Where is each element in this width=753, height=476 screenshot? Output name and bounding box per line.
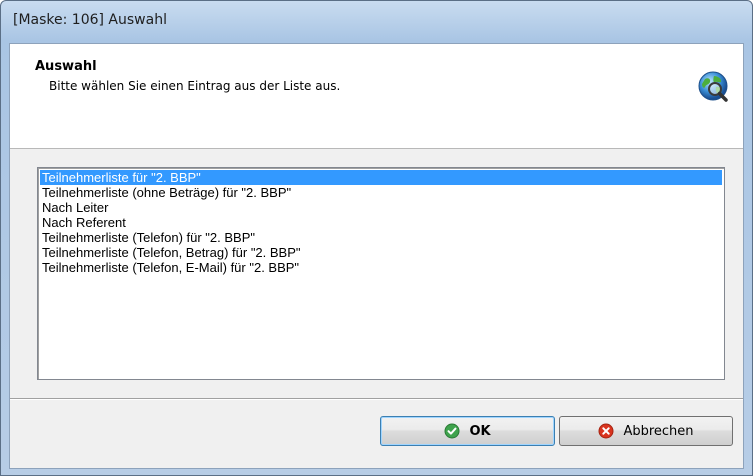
- list-item[interactable]: Teilnehmerliste (ohne Beträge) für "2. B…: [40, 185, 722, 200]
- cancel-button[interactable]: Abbrechen: [559, 416, 733, 446]
- window-title: [Maske: 106] Auswahl: [13, 12, 167, 28]
- dialog-window: [Maske: 106] Auswahl Auswahl Bitte wähle…: [0, 0, 753, 476]
- list-item[interactable]: Teilnehmerliste für "2. BBP": [40, 170, 722, 185]
- ok-button[interactable]: OK: [380, 416, 555, 446]
- dialog-client-area: Auswahl Bitte wählen Sie einen Eintrag a…: [9, 43, 744, 469]
- list-item[interactable]: Nach Referent: [40, 215, 722, 230]
- title-bar[interactable]: [Maske: 106] Auswahl: [1, 1, 752, 41]
- selection-listbox[interactable]: Teilnehmerliste für "2. BBP" Teilnehmerl…: [37, 167, 725, 380]
- globe-search-icon: [698, 71, 728, 102]
- list-item[interactable]: Teilnehmerliste (Telefon, Betrag) für "2…: [40, 245, 722, 260]
- ok-button-label: OK: [469, 423, 491, 439]
- list-item[interactable]: Nach Leiter: [40, 200, 722, 215]
- header-subtitle: Bitte wählen Sie einen Eintrag aus der L…: [49, 79, 341, 93]
- button-area-separator: [10, 398, 743, 400]
- cancel-button-label: Abbrechen: [623, 423, 694, 439]
- x-circle-icon: [598, 423, 614, 439]
- list-item[interactable]: Teilnehmerliste (Telefon) für "2. BBP": [40, 230, 722, 245]
- dialog-header: Auswahl Bitte wählen Sie einen Eintrag a…: [10, 44, 743, 149]
- header-title: Auswahl: [35, 59, 97, 74]
- list-item[interactable]: Teilnehmerliste (Telefon, E-Mail) für "2…: [40, 260, 722, 275]
- check-circle-icon: [444, 423, 460, 439]
